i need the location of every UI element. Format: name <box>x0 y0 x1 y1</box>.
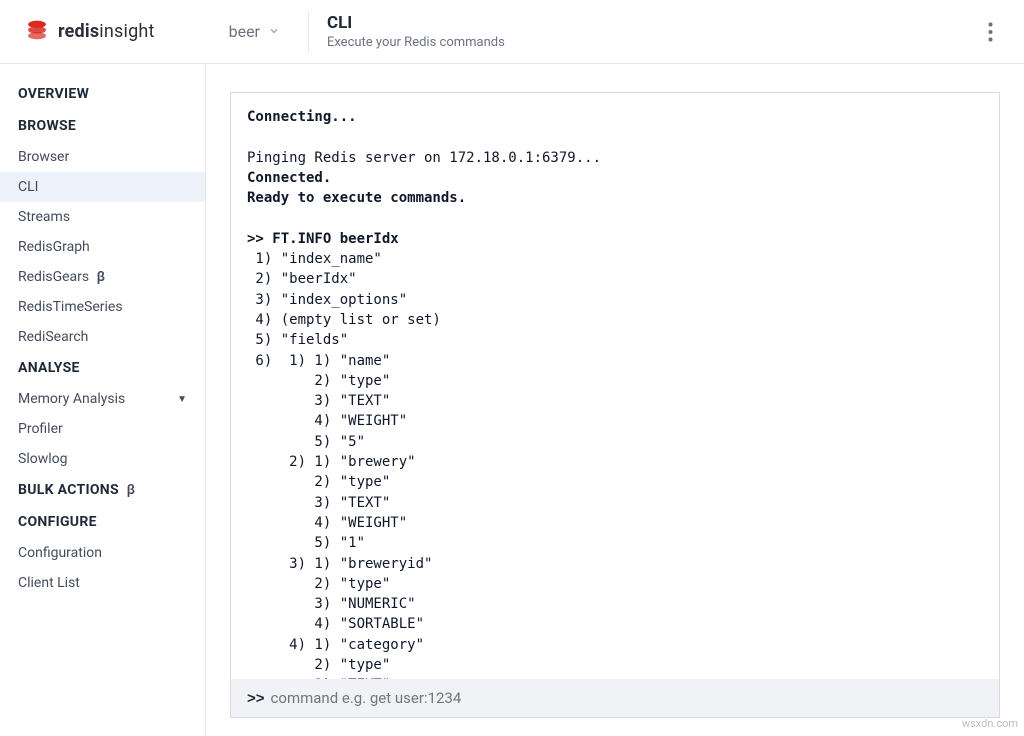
database-selector[interactable]: beer <box>219 16 290 47</box>
sidebar-item-label: RedisGears β <box>18 269 105 285</box>
watermark: wsxdn.com <box>962 717 1018 730</box>
command-input[interactable] <box>271 689 983 707</box>
sidebar-item-slowlog[interactable]: Slowlog <box>0 444 205 474</box>
sidebar-item-configuration[interactable]: Configuration <box>0 538 205 568</box>
page-title: CLI <box>327 13 505 33</box>
prompt-symbol: >> <box>247 690 265 707</box>
beta-badge: β <box>93 269 105 285</box>
terminal-panel: Connecting... Pinging Redis server on 17… <box>230 92 1000 718</box>
sidebar-section-header: BROWSE <box>0 110 205 142</box>
redis-logo-icon <box>24 17 50 47</box>
sidebar-item-memory-analysis[interactable]: Memory Analysis ▼ <box>0 384 205 414</box>
caret-down-icon: ▼ <box>177 394 187 405</box>
sidebar-item-label: RedisTimeSeries <box>18 299 123 315</box>
logo-text: redisinsight <box>58 21 155 42</box>
sidebar-item-redistimeseries[interactable]: RedisTimeSeries <box>0 292 205 322</box>
sidebar-section-header: ANALYSE <box>0 352 205 384</box>
sidebar: OVERVIEWBROWSE Browser CLI Streams RedisGrap… <box>0 64 206 736</box>
header: redisinsight beer CLI Execute your Redis… <box>0 0 1024 64</box>
sidebar-item-label: Streams <box>18 209 70 225</box>
sidebar-item-label: Slowlog <box>18 451 67 467</box>
sidebar-item-label: CLI <box>18 179 38 195</box>
sidebar-section-header: OVERVIEW <box>0 78 205 110</box>
sidebar-item-label: RediSearch <box>18 329 88 345</box>
sidebar-section-header: BULK ACTIONS β <box>0 474 205 506</box>
sidebar-item-profiler[interactable]: Profiler <box>0 414 205 444</box>
page-title-block: CLI Execute your Redis commands <box>327 13 505 50</box>
chevron-down-icon <box>268 22 280 41</box>
sidebar-item-label: Browser <box>18 149 69 165</box>
page-subtitle: Execute your Redis commands <box>327 35 505 50</box>
sidebar-item-redisgears[interactable]: RedisGears β <box>0 262 205 292</box>
sidebar-item-cli[interactable]: CLI <box>0 172 205 202</box>
sidebar-section-header: CONFIGURE <box>0 506 205 538</box>
sidebar-item-label: Profiler <box>18 421 63 437</box>
sidebar-item-client-list[interactable]: Client List <box>0 568 205 598</box>
sidebar-item-label: RedisGraph <box>18 239 90 255</box>
sidebar-item-streams[interactable]: Streams <box>0 202 205 232</box>
main-content: Connecting... Pinging Redis server on 17… <box>206 64 1024 736</box>
sidebar-item-redisgraph[interactable]: RedisGraph <box>0 232 205 262</box>
terminal-output: Connecting... Pinging Redis server on 17… <box>231 93 999 679</box>
database-name: beer <box>229 22 260 41</box>
sidebar-item-browser[interactable]: Browser <box>0 142 205 172</box>
sidebar-item-label: Client List <box>18 575 80 591</box>
sidebar-item-label: Configuration <box>18 545 102 561</box>
command-input-row[interactable]: >> <box>231 679 999 717</box>
divider <box>308 12 309 52</box>
sidebar-item-label: Memory Analysis <box>18 391 125 407</box>
logo[interactable]: redisinsight <box>24 17 155 47</box>
more-menu-button[interactable] <box>972 14 1008 50</box>
sidebar-item-redisearch[interactable]: RediSearch <box>0 322 205 352</box>
